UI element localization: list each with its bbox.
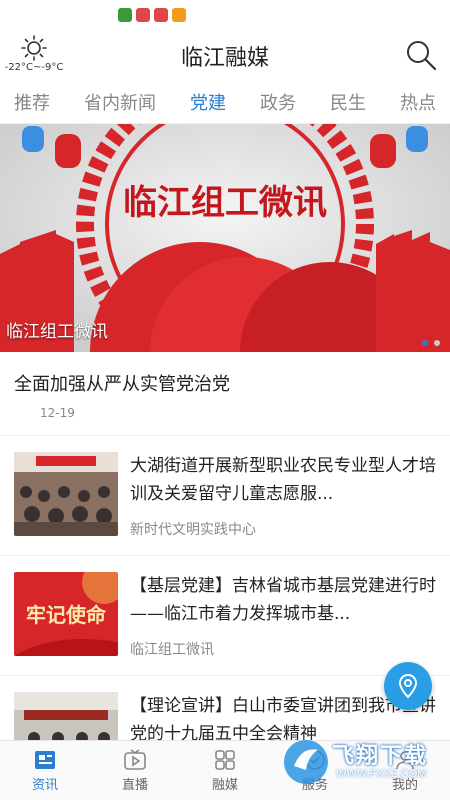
- tab-livelihood[interactable]: 民生: [330, 89, 366, 115]
- tab-government[interactable]: 政务: [260, 89, 296, 115]
- nav-media[interactable]: 融媒: [180, 741, 270, 800]
- news-source: 新时代文明实践中心: [130, 522, 256, 538]
- headline-item[interactable]: 全面加强从严从实管党治党 12-19: [0, 352, 450, 436]
- carousel-indicator: [422, 340, 440, 346]
- app-notification-icon: [136, 8, 150, 22]
- news-thumbnail: [14, 452, 118, 536]
- tab-recommend[interactable]: 推荐: [14, 89, 50, 115]
- thumbnail-text: 牢记使命: [26, 603, 107, 627]
- location-pin-icon: [398, 673, 418, 699]
- headline-title: 全面加强从严从实管党治党: [14, 374, 230, 395]
- news-title: 大湖街道开展新型职业农民专业型人才培训及关爱留守儿童志愿服...: [130, 456, 436, 504]
- watermark-logo-icon: [284, 740, 328, 784]
- watermark-url: WWW.FXXZ.COM: [336, 768, 427, 780]
- tab-party-building[interactable]: 党建: [190, 89, 226, 115]
- app-notification-icon: [118, 8, 132, 22]
- location-button[interactable]: [384, 662, 432, 710]
- news-icon: [35, 751, 55, 769]
- news-item[interactable]: 大湖街道开展新型职业农民专业型人才培训及关爱留守儿童志愿服... 新时代文明实践…: [0, 436, 450, 556]
- category-tabs: 推荐 省内新闻 党建 政务 民生 热点: [0, 80, 450, 124]
- tab-hot[interactable]: 热点: [400, 89, 436, 115]
- watermark-title: 飞翔下载: [332, 744, 429, 769]
- app-notification-icon: [172, 8, 186, 22]
- page-title: 临江融媒: [180, 46, 269, 71]
- carousel-dot[interactable]: [434, 340, 440, 346]
- grid-icon: [215, 750, 235, 770]
- watermark: 飞翔下载 WWW.FXXZ.COM: [280, 732, 440, 792]
- nav-news[interactable]: 资讯: [0, 741, 90, 800]
- status-icons: [118, 8, 186, 22]
- banner-carousel[interactable]: 临江组工微讯 临江组工微讯: [0, 124, 450, 352]
- news-item[interactable]: 牢记使命 【基层党建】吉林省城市基层党建进行时——临江市着力发挥城市基... 临…: [0, 556, 450, 676]
- live-icon: [124, 749, 146, 770]
- news-title: 【基层党建】吉林省城市基层党建进行时——临江市着力发挥城市基...: [130, 576, 436, 624]
- carousel-dot[interactable]: [422, 340, 428, 346]
- app-notification-icon: [154, 8, 168, 22]
- news-source: 临江组工微讯: [130, 642, 214, 658]
- banner-caption: 临江组工微讯: [6, 322, 108, 342]
- nav-label: 融媒: [211, 778, 238, 793]
- search-button[interactable]: [404, 38, 438, 72]
- nav-label: 资讯: [31, 778, 58, 793]
- search-icon: [407, 41, 437, 71]
- tab-provincial-news[interactable]: 省内新闻: [84, 89, 156, 115]
- app-header: -22°C~-9°C 临江融媒: [0, 30, 450, 80]
- nav-label: 直播: [121, 778, 148, 793]
- nav-live[interactable]: 直播: [90, 741, 180, 800]
- status-bar: [0, 0, 450, 30]
- news-thumbnail: 牢记使命: [14, 572, 118, 656]
- banner-image-title: 临江组工微讯: [123, 183, 327, 223]
- headline-date: 12-19: [40, 406, 75, 420]
